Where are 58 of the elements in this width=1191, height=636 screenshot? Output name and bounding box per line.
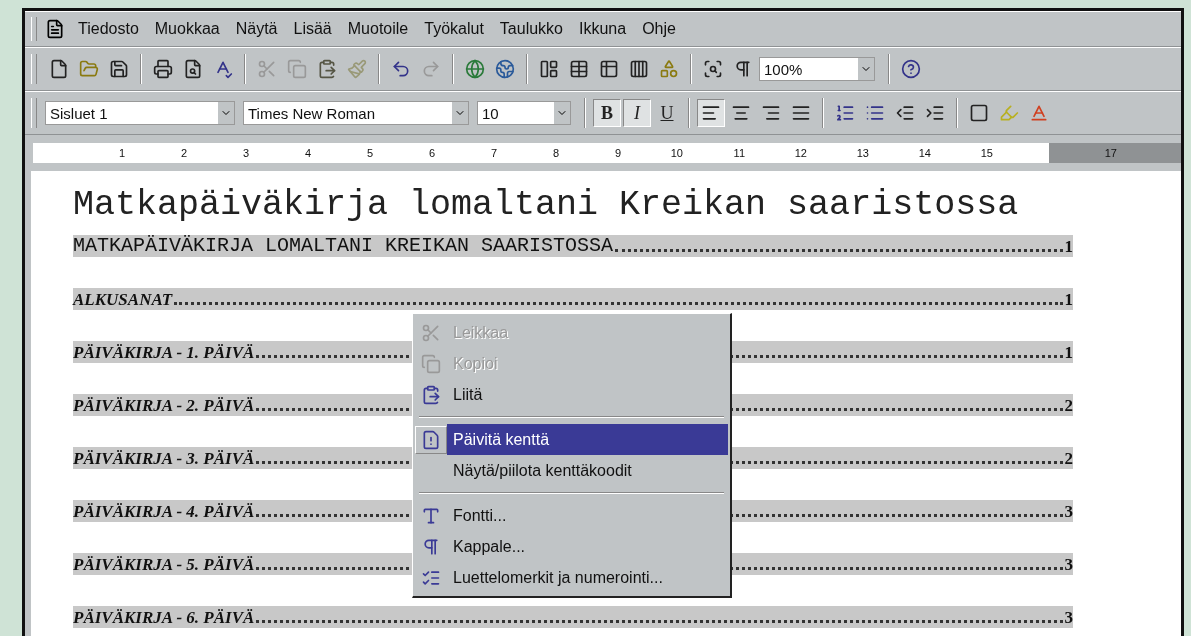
align-left-icon[interactable] bbox=[697, 99, 725, 127]
toc-entry-text: MATKAPÄIVÄKIRJA LOMALTANI KREIKAN SAARISTOSSA bbox=[73, 234, 614, 257]
menu-item[interactable]: Työkalut bbox=[417, 18, 491, 40]
menu-option[interactable]: Liitä bbox=[447, 379, 728, 410]
ruler-number: 13 bbox=[855, 147, 869, 159]
document-title: Matkapäiväkirja lomaltani Kreikan saaristossa bbox=[73, 185, 1020, 225]
ruler-number: 1 bbox=[117, 147, 125, 159]
menu-item[interactable]: Muokkaa bbox=[147, 18, 227, 40]
ruler-number: 14 bbox=[917, 147, 931, 159]
underline-button[interactable]: U bbox=[653, 99, 681, 127]
menu-item[interactable]: Näytä bbox=[228, 18, 285, 40]
page-number: 1 bbox=[1064, 237, 1073, 257]
menu-item[interactable]: Ikkuna bbox=[572, 18, 634, 40]
ruler-number: 10 bbox=[669, 147, 683, 159]
menu-option[interactable]: Näytä/piilota kenttäkoodit bbox=[447, 455, 728, 486]
page-number: 3 bbox=[1064, 608, 1073, 628]
ruler-number: 3 bbox=[241, 147, 249, 159]
copy-icon bbox=[421, 353, 441, 374]
menu-option[interactable]: Luettelomerkit ja numerointi... bbox=[447, 562, 728, 593]
ruler-number: 15 bbox=[979, 147, 993, 159]
toc-entry-text: PÄIVÄKIRJA - 6. PÄIVÄ bbox=[73, 608, 255, 628]
toc-entry-text: PÄIVÄKIRJA - 4. PÄIVÄ bbox=[73, 502, 255, 522]
menu-item[interactable]: Tiedosto bbox=[71, 18, 146, 40]
ruler-number: 12 bbox=[793, 147, 807, 159]
menu-item[interactable]: Taulukko bbox=[492, 18, 570, 40]
scissors-icon bbox=[421, 322, 441, 343]
page-number: 2 bbox=[1064, 449, 1073, 469]
ruler-number: 4 bbox=[303, 147, 311, 159]
document-exclamation-icon bbox=[421, 429, 441, 450]
toc-entry-text: ALKUSANAT bbox=[73, 290, 173, 310]
menu-option[interactable]: Fontti... bbox=[447, 500, 728, 531]
toc-entry-text: PÄIVÄKIRJA - 5. PÄIVÄ bbox=[73, 555, 255, 575]
ruler-number: 9 bbox=[613, 147, 621, 159]
ruler-number: 2 bbox=[179, 147, 187, 159]
page-number: 3 bbox=[1064, 502, 1073, 522]
italic-button[interactable]: I bbox=[623, 99, 651, 127]
menu-item[interactable]: Ohje bbox=[635, 18, 683, 40]
clipboard-icon bbox=[421, 384, 441, 405]
ruler-number: 11 bbox=[732, 147, 745, 159]
ruler-number: 6 bbox=[427, 147, 435, 159]
menu-item[interactable]: Lisää bbox=[286, 18, 339, 40]
toc-entry-text: PÄIVÄKIRJA - 2. PÄIVÄ bbox=[73, 396, 255, 416]
ruler-number: 17 bbox=[1103, 147, 1117, 159]
menu-item[interactable]: Muotoile bbox=[340, 18, 416, 40]
menu-option[interactable]: Kappale... bbox=[447, 531, 728, 562]
page-number: 3 bbox=[1064, 555, 1073, 575]
document-icon[interactable] bbox=[45, 19, 65, 39]
page-number: 1 bbox=[1064, 343, 1073, 363]
ruler-number: 7 bbox=[489, 147, 497, 159]
ruler-number: 8 bbox=[551, 147, 559, 159]
ruler-number: 5 bbox=[365, 147, 373, 159]
toc-entry-text: PÄIVÄKIRJA - 3. PÄIVÄ bbox=[73, 449, 255, 469]
ruler[interactable]: 1 2 3 4 5 6 7 8 9 10 11 12 13 14 15 17 bbox=[33, 143, 1181, 163]
toc-entry-text: PÄIVÄKIRJA - 1. PÄIVÄ bbox=[73, 343, 255, 363]
bold-button[interactable]: B bbox=[593, 99, 621, 127]
menu-option[interactable]: Päivitä kenttä bbox=[447, 424, 728, 455]
page-number: 2 bbox=[1064, 396, 1073, 416]
page-number: 1 bbox=[1064, 290, 1073, 310]
